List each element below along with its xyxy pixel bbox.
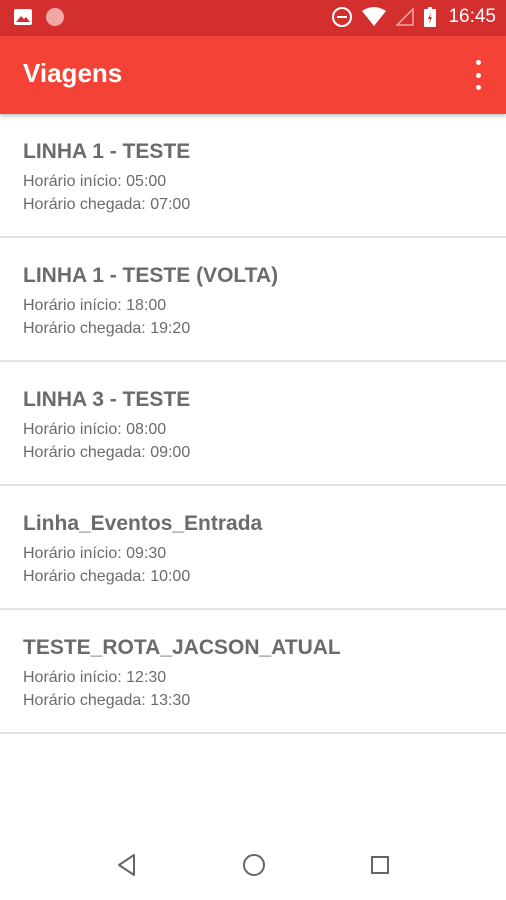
page-title: Viagens [23, 58, 123, 88]
battery-icon [424, 7, 437, 27]
wifi-icon [362, 7, 387, 26]
trip-list: LINHA 1 - TESTE Horário início: 05:00 Ho… [0, 114, 506, 734]
home-icon[interactable] [241, 852, 267, 878]
trip-start-time: Horário início: 18:00 [23, 297, 167, 314]
list-item[interactable]: LINHA 3 - TESTE Horário início: 08:00 Ho… [0, 362, 506, 486]
signal-icon [396, 8, 415, 26]
list-item[interactable]: Linha_Eventos_Entrada Horário início: 09… [0, 486, 506, 610]
overflow-menu-icon[interactable] [468, 60, 488, 90]
status-time: 16:45 [448, 6, 496, 27]
trip-name: Linha_Eventos_Entrada [23, 512, 263, 535]
circle-notification-icon [46, 8, 64, 26]
trip-name: TESTE_ROTA_JACSON_ATUAL [23, 636, 341, 659]
trip-arrival-time: Horário chegada: 13:30 [23, 692, 191, 709]
trip-start-time: Horário início: 09:30 [23, 545, 167, 562]
do-not-disturb-icon [332, 7, 353, 27]
trip-arrival-time: Horário chegada: 09:00 [23, 444, 191, 461]
trip-start-time: Horário início: 05:00 [23, 173, 167, 190]
trip-name: LINHA 3 - TESTE [23, 388, 191, 411]
image-icon [14, 9, 32, 25]
status-bar: 16:45 [0, 0, 506, 36]
trip-name: LINHA 1 - TESTE [23, 140, 191, 163]
trip-arrival-time: Horário chegada: 19:20 [23, 320, 191, 337]
list-item[interactable]: LINHA 1 - TESTE Horário início: 05:00 Ho… [0, 114, 506, 238]
app-bar: Viagens [0, 36, 506, 114]
list-item[interactable]: TESTE_ROTA_JACSON_ATUAL Horário início: … [0, 610, 506, 734]
list-item[interactable]: LINHA 1 - TESTE (VOLTA) Horário início: … [0, 238, 506, 362]
back-icon[interactable] [114, 852, 140, 878]
recents-icon[interactable] [367, 852, 393, 878]
trip-arrival-time: Horário chegada: 10:00 [23, 568, 191, 585]
trip-arrival-time: Horário chegada: 07:00 [23, 196, 191, 213]
trip-start-time: Horário início: 12:30 [23, 669, 167, 686]
navigation-bar [0, 828, 506, 900]
trip-start-time: Horário início: 08:00 [23, 421, 167, 438]
trip-name: LINHA 1 - TESTE (VOLTA) [23, 264, 279, 287]
